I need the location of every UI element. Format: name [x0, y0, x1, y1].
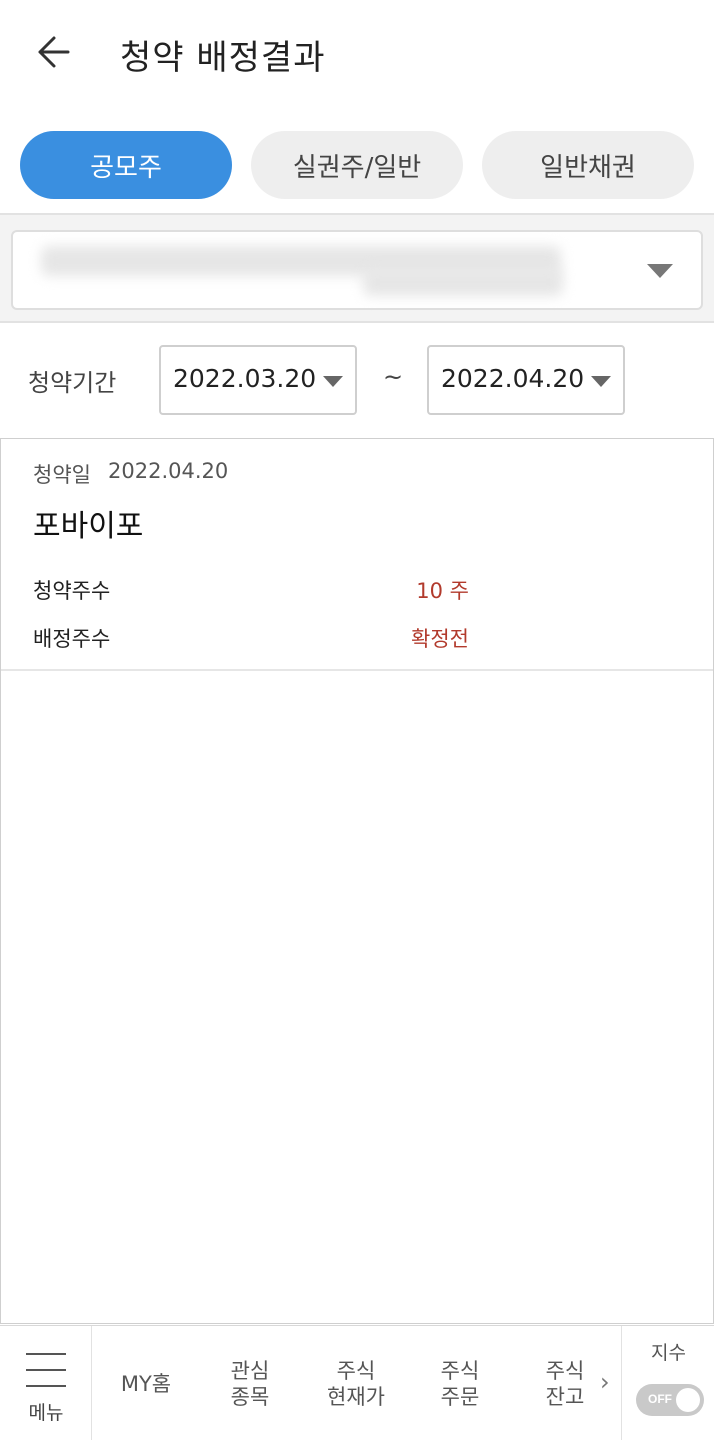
redacted-account-tail	[363, 268, 563, 296]
result-list: 청약일 2022.04.20 포바이포 청약주수 10 주 배정주수 확정전	[0, 438, 714, 1324]
tab-rights-general[interactable]: 실권주/일반	[251, 131, 463, 199]
list-item[interactable]: 청약일 2022.04.20 포바이포 청약주수 10 주 배정주수 확정전	[1, 439, 713, 671]
page-title: 청약 배정결과	[120, 38, 326, 78]
nav-stock-order[interactable]: 주식 주문	[410, 1326, 510, 1440]
chevron-down-icon	[591, 376, 611, 387]
account-select[interactable]	[11, 230, 703, 310]
back-arrow-icon	[38, 36, 70, 68]
index-toggle[interactable]: OFF	[636, 1384, 704, 1416]
index-panel: 지수 OFF	[621, 1326, 714, 1440]
tab-general-bond[interactable]: 일반채권	[482, 131, 694, 199]
tab-ipo[interactable]: 공모주	[20, 131, 232, 199]
end-date-select[interactable]: 2022.04.20	[427, 345, 625, 415]
toggle-knob	[676, 1388, 700, 1412]
app-header: 청약 배정결과	[0, 0, 714, 108]
menu-label: 메뉴	[28, 1402, 64, 1424]
index-label: 지수	[651, 1342, 686, 1364]
stock-name: 포바이포	[33, 509, 144, 544]
nav-watchlist[interactable]: 관심 종목	[200, 1326, 300, 1440]
subscription-date-value: 2022.04.20	[108, 459, 229, 483]
account-band	[0, 213, 714, 323]
chevron-down-icon	[323, 376, 343, 387]
end-date-value: 2022.04.20	[441, 364, 585, 393]
subscribed-shares-value: 10 주	[416, 579, 469, 603]
nav-my-home[interactable]: MY홈	[96, 1326, 196, 1440]
subscription-date-label: 청약일	[33, 463, 91, 487]
nav-stock-price[interactable]: 주식 현재가	[304, 1326, 408, 1440]
period-label: 청약기간	[28, 369, 117, 397]
chevron-right-icon[interactable]: ›	[600, 1368, 610, 1396]
period-filter: 청약기간 2022.03.20 ~ 2022.04.20	[0, 345, 714, 415]
menu-button[interactable]: 메뉴	[0, 1326, 92, 1440]
start-date-select[interactable]: 2022.03.20	[159, 345, 357, 415]
subscribed-shares-label: 청약주수	[33, 579, 111, 603]
bottom-nav: 메뉴 MY홈 관심 종목 주식 현재가 주식 주문 주식 잔고 › 지수 OFF	[0, 1325, 714, 1440]
toggle-label: OFF	[648, 1392, 672, 1406]
period-separator: ~	[383, 363, 404, 391]
category-tabs: 공모주 실권주/일반 일반채권	[0, 131, 714, 199]
start-date-value: 2022.03.20	[173, 364, 317, 393]
back-button[interactable]	[28, 26, 80, 78]
chevron-down-icon	[647, 264, 673, 278]
allotted-shares-label: 배정주수	[33, 627, 111, 651]
allotted-shares-value: 확정전	[411, 627, 469, 651]
